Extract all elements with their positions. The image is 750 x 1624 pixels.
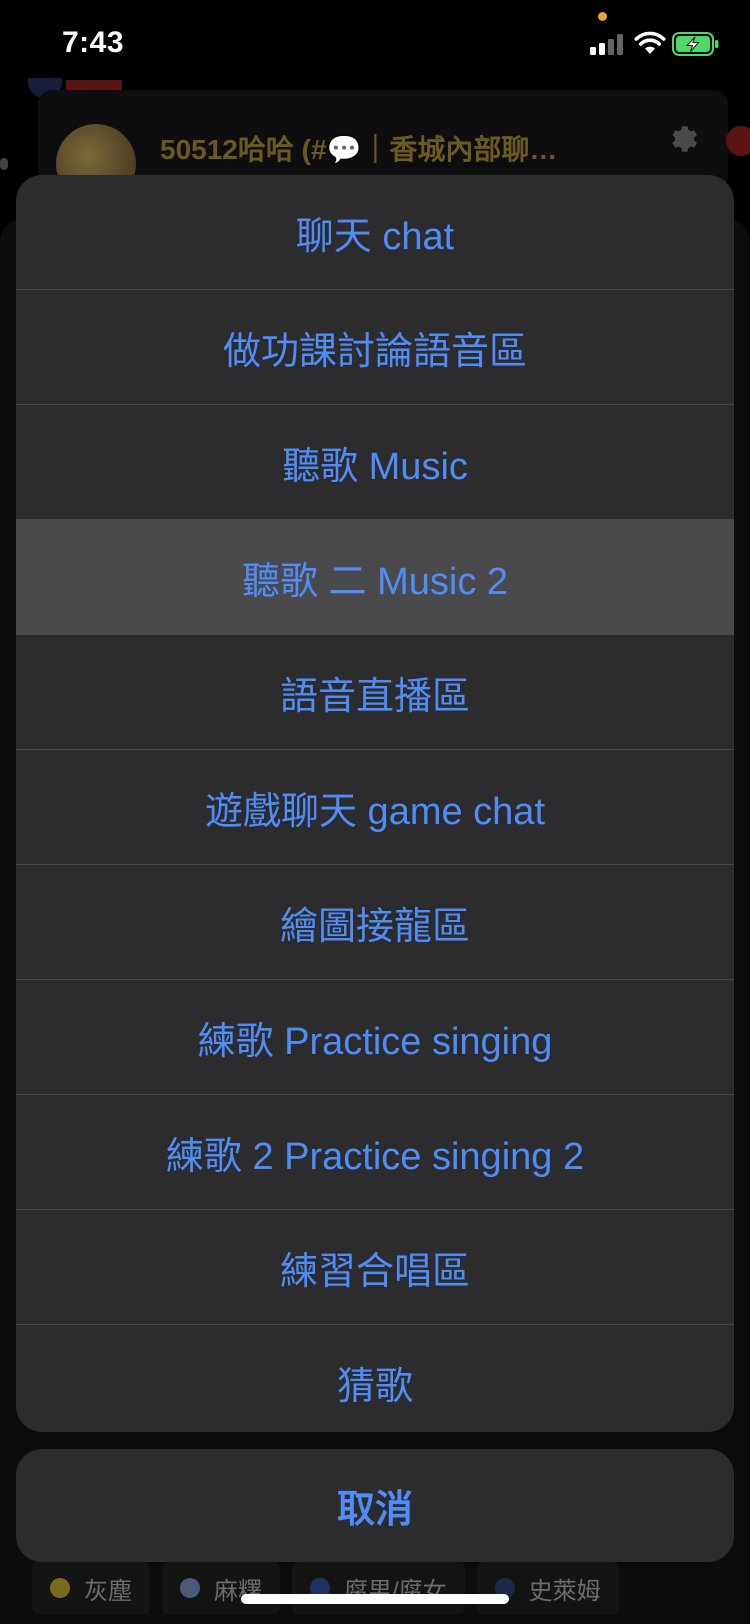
role-chips: 灰塵 麻糬 腐男/腐女 史萊姆 (32, 1562, 619, 1614)
role-color-dot (180, 1578, 200, 1598)
cellular-signal-icon (590, 33, 626, 55)
gear-icon (664, 122, 698, 156)
action-item-guess-song[interactable]: 猜歌 (16, 1325, 734, 1432)
channel-action-sheet: 聊天 chat 做功課討論語音區 聽歌 Music 聽歌 二 Music 2 語… (16, 175, 734, 1432)
cancel-button[interactable]: 取消 (16, 1449, 734, 1562)
wifi-icon (634, 30, 666, 56)
action-item-drawing-relay[interactable]: 繪圖接龍區 (16, 865, 734, 980)
action-item-game-chat[interactable]: 遊戲聊天 game chat (16, 750, 734, 865)
action-item-homework-voice[interactable]: 做功課討論語音區 (16, 290, 734, 405)
role-chip: 麻糬 (162, 1562, 280, 1614)
action-item-practice-singing[interactable]: 練歌 Practice singing (16, 980, 734, 1095)
role-chip-label: 灰塵 (84, 1577, 132, 1605)
status-time: 7:43 (62, 26, 125, 59)
action-item-music[interactable]: 聽歌 Music (16, 405, 734, 520)
action-item-chat[interactable]: 聊天 chat (16, 175, 734, 290)
role-color-dot (50, 1578, 70, 1598)
notification-badge (726, 126, 750, 156)
unread-indicator (0, 158, 8, 170)
role-chip: 腐男/腐女 (292, 1562, 465, 1614)
channel-title: 50512哈哈 (#💬｜香城內部聊… (160, 134, 558, 165)
battery-charging-icon (672, 32, 720, 56)
action-item-practice-singing-2[interactable]: 練歌 2 Practice singing 2 (16, 1095, 734, 1210)
status-bar: 7:43 (0, 0, 750, 88)
role-chip: 史萊姆 (476, 1562, 619, 1614)
role-chip-label: 史萊姆 (528, 1577, 601, 1605)
home-indicator[interactable] (241, 1594, 509, 1604)
action-item-voice-live[interactable]: 語音直播區 (16, 635, 734, 750)
role-chip: 灰塵 (32, 1562, 150, 1614)
action-item-music-2[interactable]: 聽歌 二 Music 2 (16, 520, 734, 635)
recording-indicator-dot (598, 12, 607, 21)
action-item-chorus-practice[interactable]: 練習合唱區 (16, 1210, 734, 1325)
